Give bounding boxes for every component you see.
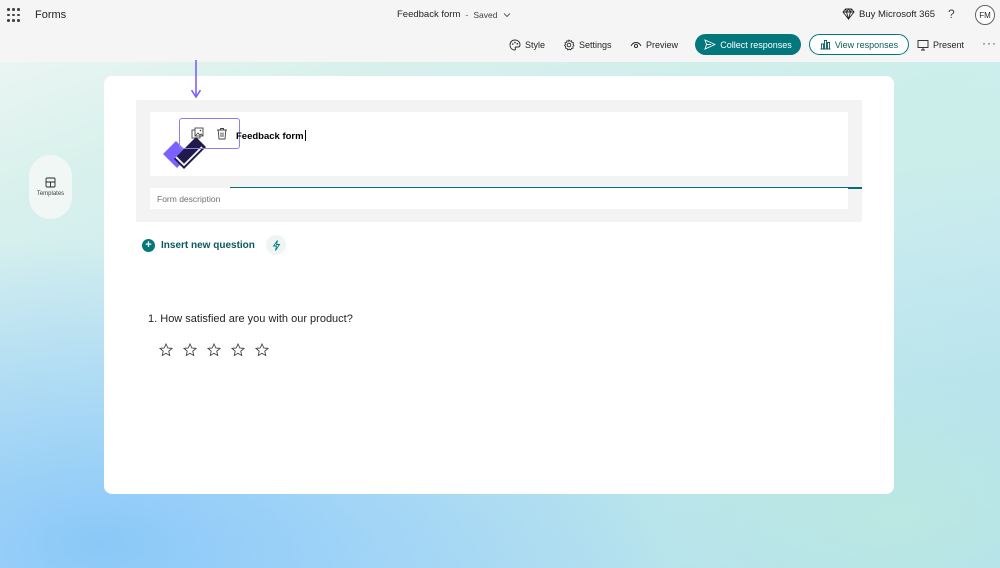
delete-image-button[interactable] xyxy=(214,126,230,142)
arrow-pointer-icon xyxy=(191,60,201,99)
star-icon[interactable] xyxy=(255,343,269,357)
send-icon xyxy=(704,39,717,50)
buy-label: Buy Microsoft 365 xyxy=(859,8,936,20)
templates-icon xyxy=(45,177,56,188)
style-button[interactable]: Style xyxy=(509,38,545,52)
plus-icon: + xyxy=(142,239,155,252)
lightning-icon xyxy=(272,239,280,251)
templates-button[interactable]: Templates xyxy=(29,155,72,219)
chevron-down-icon[interactable] xyxy=(502,10,512,20)
question-text: How satisfied are you with our product? xyxy=(160,313,353,325)
rating-stars xyxy=(159,343,269,357)
view-responses-label: View responses xyxy=(834,39,899,50)
app-launcher-icon[interactable] xyxy=(7,8,21,22)
question-number: 1. xyxy=(148,313,158,325)
form-title-input[interactable]: Feedback form xyxy=(236,130,306,142)
gear-icon xyxy=(563,39,575,51)
present-button[interactable]: Present xyxy=(917,38,964,52)
star-icon[interactable] xyxy=(159,343,173,357)
avatar[interactable]: FM xyxy=(975,5,995,25)
eye-icon xyxy=(630,42,642,49)
insert-new-question-button[interactable]: + Insert new question xyxy=(142,239,255,252)
image-toolbar xyxy=(179,118,240,149)
buy-microsoft-365-button[interactable]: Buy Microsoft 365 xyxy=(842,8,935,20)
settings-button[interactable]: Settings xyxy=(563,38,612,52)
title-separator: - xyxy=(465,9,469,20)
save-status: Saved xyxy=(473,9,498,20)
collect-responses-button[interactable]: Collect responses xyxy=(695,34,801,55)
form-title-area: Feedback form xyxy=(150,112,862,189)
trash-icon xyxy=(216,128,227,140)
star-icon[interactable] xyxy=(231,343,245,357)
form-title-text: Feedback form xyxy=(236,131,304,142)
diamond-icon xyxy=(842,8,855,20)
description-placeholder: Form description xyxy=(157,194,221,204)
document-title-area[interactable]: Feedback form - Saved xyxy=(397,9,512,20)
star-icon[interactable] xyxy=(183,343,197,357)
palette-icon xyxy=(509,39,521,51)
replace-image-button[interactable] xyxy=(190,126,206,142)
form-header-section: Feedback form Form description xyxy=(136,100,862,222)
more-options-button[interactable]: ··· xyxy=(982,36,997,50)
collect-responses-label: Collect responses xyxy=(720,39,792,50)
preview-label: Preview xyxy=(646,40,679,50)
settings-label: Settings xyxy=(579,40,612,50)
view-responses-button[interactable]: View responses xyxy=(809,34,909,55)
insert-new-question-label: Insert new question xyxy=(161,240,255,251)
quick-start-button[interactable] xyxy=(266,235,286,255)
form-description-input[interactable]: Form description xyxy=(150,188,848,209)
star-icon[interactable] xyxy=(207,343,221,357)
style-label: Style xyxy=(525,40,546,50)
present-label: Present xyxy=(933,40,965,50)
templates-label: Templates xyxy=(36,191,65,197)
form-card: Feedback form Form description + Insert … xyxy=(104,60,894,494)
text-caret xyxy=(304,130,306,141)
help-button[interactable]: ? xyxy=(948,7,955,21)
document-title[interactable]: Feedback form xyxy=(397,9,460,20)
preview-button[interactable]: Preview xyxy=(630,38,678,52)
image-icon xyxy=(191,127,204,139)
bar-chart-icon xyxy=(820,40,831,50)
app-name[interactable]: Forms xyxy=(35,9,66,21)
present-icon xyxy=(917,40,929,51)
question-1-title[interactable]: 1. How satisfied are you with our produc… xyxy=(148,313,353,325)
